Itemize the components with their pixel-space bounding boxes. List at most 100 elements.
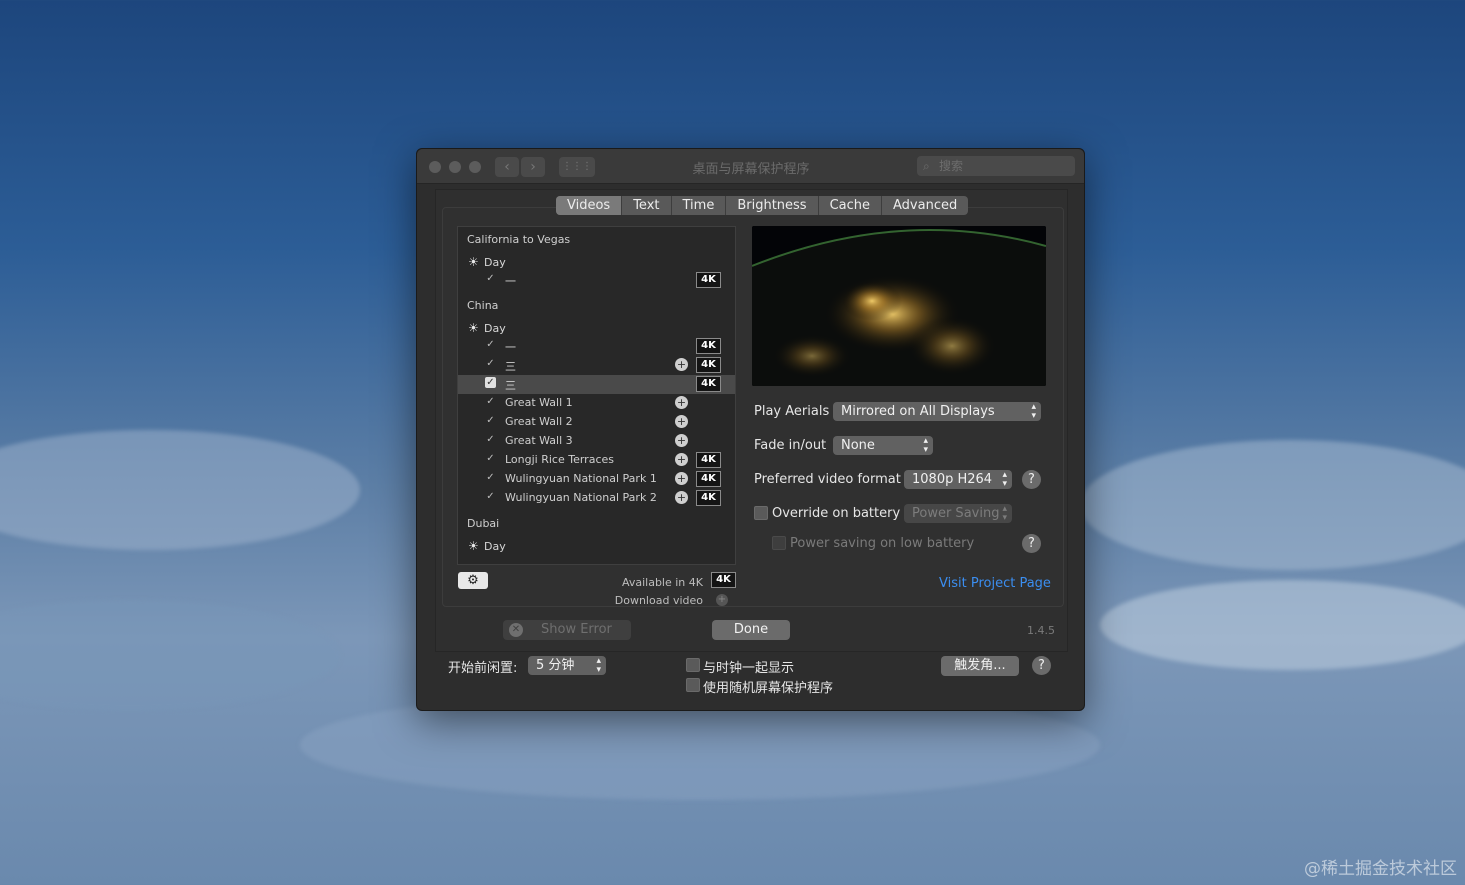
random-saver-checkbox[interactable] <box>686 678 700 692</box>
checkmark-icon[interactable]: ✓ <box>485 358 496 369</box>
tab-advanced[interactable]: Advanced <box>882 196 968 215</box>
list-item[interactable]: ✓ Wulingyuan National Park 2 +4K <box>458 489 735 508</box>
override-battery-checkbox[interactable] <box>754 506 768 520</box>
preferences-window: ‹ › ⋮⋮⋮ 桌面与屏幕保护程序 ⌕ 搜索 California to Veg… <box>416 148 1085 711</box>
gear-icon[interactable]: ⚙ <box>458 572 488 589</box>
show-error-button[interactable]: ✕ Show Error <box>503 620 631 640</box>
format-help-button[interactable]: ? <box>1022 470 1041 489</box>
tab-text[interactable]: Text <box>622 196 672 215</box>
checkmark-icon[interactable]: ✓ <box>485 434 496 445</box>
project-page-link[interactable]: Visit Project Page <box>939 576 1051 591</box>
close-button[interactable] <box>429 161 441 173</box>
fade-label: Fade in/out <box>754 438 827 453</box>
zoom-button[interactable] <box>469 161 481 173</box>
subgroup-label: Day <box>484 256 506 269</box>
video-list[interactable]: California to Vegas ☀ Day ✓ 一 4K China ☀ Day… <box>457 226 736 565</box>
list-item-label: Great Wall 1 <box>505 396 573 409</box>
subgroup-day: ☀ Day <box>468 321 506 335</box>
battery-help-button[interactable]: ? <box>1022 534 1041 553</box>
help-button[interactable]: ? <box>1032 656 1051 675</box>
chevron-updown-icon: ▴ ▾ <box>596 655 601 675</box>
format-popup[interactable]: 1080p H264 ▴ ▾ <box>904 470 1012 489</box>
search-field[interactable]: ⌕ 搜索 <box>917 156 1075 176</box>
play-aerials-popup[interactable]: Mirrored on All Displays ▴ ▾ <box>833 402 1041 421</box>
checkmark-icon[interactable]: ✓ <box>485 377 496 388</box>
checkmark-icon[interactable]: ✓ <box>485 415 496 426</box>
format-value: 1080p H264 <box>912 472 993 487</box>
list-item[interactable]: ✓ Wulingyuan National Park 1 +4K <box>458 470 735 489</box>
list-item-label: Wulingyuan National Park 2 <box>505 491 657 504</box>
video-preview <box>752 226 1046 386</box>
checkmark-icon[interactable]: ✓ <box>485 339 496 350</box>
aerial-settings-sheet: California to Vegas ☀ Day ✓ 一 4K China ☀ Day… <box>435 189 1068 652</box>
legend-download: Download video <box>614 594 703 607</box>
checkmark-icon[interactable]: ✓ <box>485 491 496 502</box>
override-battery-popup[interactable]: Power Saving ▴ ▾ <box>904 504 1012 523</box>
list-item[interactable]: ✓ Great Wall 1 + <box>458 394 735 413</box>
subgroup-label: Day <box>484 322 506 335</box>
show-error-label: Show Error <box>541 622 612 637</box>
tab-brightness[interactable]: Brightness <box>726 196 819 215</box>
fade-popup[interactable]: None ▴ ▾ <box>833 436 933 455</box>
badge-4k: 4K <box>696 490 721 506</box>
badge-4k: 4K <box>696 338 721 354</box>
download-plus-icon[interactable]: + <box>675 434 688 447</box>
show-clock-checkbox[interactable] <box>686 658 700 672</box>
back-button[interactable]: ‹ <box>495 157 519 177</box>
tab-cache[interactable]: Cache <box>819 196 883 215</box>
checkmark-icon[interactable]: ✓ <box>485 396 496 407</box>
idle-value: 5 分钟 <box>536 658 575 673</box>
chevron-updown-icon: ▴ ▾ <box>1002 469 1007 489</box>
hot-corners-button[interactable]: 触发角... <box>941 656 1019 676</box>
download-plus-icon[interactable]: + <box>675 453 688 466</box>
list-item-label: Wulingyuan National Park 1 <box>505 472 657 485</box>
download-plus-icon[interactable]: + <box>675 396 688 409</box>
list-item[interactable]: ✓ 三 +4K <box>458 356 735 375</box>
done-button[interactable]: Done <box>712 620 790 640</box>
list-item-label: Longji Rice Terraces <box>505 453 614 466</box>
search-icon: ⌕ <box>923 159 930 173</box>
override-battery-value: Power Saving <box>912 506 1000 521</box>
download-plus-icon[interactable]: + <box>675 472 688 485</box>
tab-time[interactable]: Time <box>672 196 727 215</box>
legend-4k-badge: 4K <box>711 572 736 588</box>
badge-4k: 4K <box>696 272 721 288</box>
badge-4k: 4K <box>696 357 721 373</box>
list-item[interactable]: ✓ 一 4K <box>458 271 735 290</box>
minimize-button[interactable] <box>449 161 461 173</box>
badge-4k: 4K <box>696 471 721 487</box>
fade-value: None <box>841 438 875 453</box>
list-item-label: 一 <box>505 275 516 288</box>
list-item-label: Great Wall 2 <box>505 415 573 428</box>
list-item[interactable]: ✓ 一 4K <box>458 337 735 356</box>
list-item-label: 一 <box>505 341 516 354</box>
show-all-grid-icon[interactable]: ⋮⋮⋮ <box>559 157 595 177</box>
download-plus-icon[interactable]: + <box>675 415 688 428</box>
sun-icon: ☀ <box>468 321 479 335</box>
list-item[interactable]: ✓ 三 4K <box>458 375 735 394</box>
list-item[interactable]: ✓ Great Wall 3 + <box>458 432 735 451</box>
list-item-label: 三 <box>505 379 516 392</box>
sun-icon: ☀ <box>468 255 479 269</box>
list-item[interactable]: ✓ Longji Rice Terraces +4K <box>458 451 735 470</box>
list-item[interactable]: ✓ Great Wall 2 + <box>458 413 735 432</box>
idle-popup[interactable]: 5 分钟 ▴ ▾ <box>528 656 606 675</box>
version-label: 1.4.5 <box>1027 624 1055 637</box>
checkmark-icon[interactable]: ✓ <box>485 453 496 464</box>
close-circle-icon: ✕ <box>509 623 523 637</box>
show-clock-label: 与时钟一起显示 <box>703 661 795 676</box>
badge-4k: 4K <box>696 452 721 468</box>
list-item-label: 三 <box>505 360 516 373</box>
tab-videos[interactable]: Videos <box>556 196 623 215</box>
download-plus-icon[interactable]: + <box>675 358 688 371</box>
subgroup-day: ☀ Day <box>468 539 506 553</box>
list-item-label: Great Wall 3 <box>505 434 573 447</box>
subgroup-label: Day <box>484 540 506 553</box>
tab-bar: Videos Text Time Brightness Cache Advanc… <box>556 196 969 215</box>
forward-button[interactable]: › <box>521 157 545 177</box>
low-battery-checkbox[interactable] <box>772 536 786 550</box>
download-plus-icon[interactable]: + <box>675 491 688 504</box>
checkmark-icon[interactable]: ✓ <box>485 273 496 284</box>
checkmark-icon[interactable]: ✓ <box>485 472 496 483</box>
videos-pane: California to Vegas ☀ Day ✓ 一 4K China ☀ Day… <box>442 207 1064 607</box>
